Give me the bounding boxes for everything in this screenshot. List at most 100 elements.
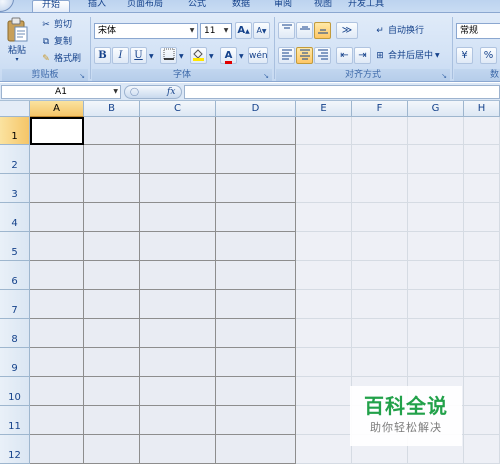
cell-b7[interactable] [84, 290, 140, 319]
cell-b3[interactable] [84, 174, 140, 203]
shrink-font-button[interactable]: A▼ [253, 22, 270, 39]
row-header-2[interactable]: 2 [0, 145, 30, 174]
cell-b2[interactable] [84, 145, 140, 174]
tab-formulas[interactable]: 公式 [180, 0, 214, 12]
cell-g6[interactable] [408, 261, 464, 290]
cell-b11[interactable] [84, 406, 140, 435]
cell-h2[interactable] [464, 145, 500, 174]
column-header-b[interactable]: B [84, 101, 140, 117]
align-bottom-button[interactable] [314, 22, 331, 39]
cell-a9[interactable] [30, 348, 84, 377]
cell-e4[interactable] [296, 203, 352, 232]
cell-e11[interactable] [296, 406, 352, 435]
select-all-button[interactable] [0, 101, 30, 117]
alignment-launcher-icon[interactable]: ↘ [440, 72, 448, 80]
row-header-5[interactable]: 5 [0, 232, 30, 261]
row-header-3[interactable]: 3 [0, 174, 30, 203]
increase-indent-button[interactable]: ⇥ [354, 47, 371, 64]
cell-b8[interactable] [84, 319, 140, 348]
cell-e5[interactable] [296, 232, 352, 261]
cell-a7[interactable] [30, 290, 84, 319]
align-right-button[interactable] [314, 47, 331, 64]
cell-h7[interactable] [464, 290, 500, 319]
formula-input[interactable] [184, 85, 500, 99]
wrap-text-button[interactable]: ↵ 自动换行 [374, 23, 424, 39]
align-center-button[interactable] [296, 47, 313, 64]
underline-dropdown-icon[interactable]: ▼ [149, 53, 154, 60]
column-header-e[interactable]: E [296, 101, 352, 117]
cell-g4[interactable] [408, 203, 464, 232]
cell-d1[interactable] [216, 117, 296, 145]
cell-c7[interactable] [140, 290, 216, 319]
cell-f2[interactable] [352, 145, 408, 174]
font-color-button[interactable]: A [220, 47, 237, 64]
column-header-h[interactable]: H [464, 101, 500, 117]
cell-f1[interactable] [352, 117, 408, 145]
tab-data[interactable]: 数据 [224, 0, 258, 12]
italic-button[interactable]: I [112, 47, 129, 64]
paste-dropdown-icon[interactable]: ▾ [4, 56, 30, 63]
cell-f7[interactable] [352, 290, 408, 319]
cell-b5[interactable] [84, 232, 140, 261]
cell-e1[interactable] [296, 117, 352, 145]
percent-button[interactable]: % [480, 47, 497, 64]
row-header-11[interactable]: 11 [0, 406, 30, 435]
cell-a10[interactable] [30, 377, 84, 406]
fill-color-button[interactable] [190, 47, 207, 64]
cell-e8[interactable] [296, 319, 352, 348]
cell-a1[interactable] [30, 117, 84, 145]
phonetic-button[interactable]: wén [248, 47, 268, 64]
tab-home[interactable]: 开始 [32, 0, 70, 12]
cell-a3[interactable] [30, 174, 84, 203]
cell-h6[interactable] [464, 261, 500, 290]
cell-c2[interactable] [140, 145, 216, 174]
cell-e2[interactable] [296, 145, 352, 174]
orientation-button[interactable]: ≫ [336, 22, 358, 39]
cell-c4[interactable] [140, 203, 216, 232]
cell-c1[interactable] [140, 117, 216, 145]
name-box[interactable]: A1 ▼ [1, 85, 121, 99]
cell-d7[interactable] [216, 290, 296, 319]
align-middle-button[interactable] [296, 22, 313, 39]
row-header-12[interactable]: 12 [0, 435, 30, 464]
cell-f6[interactable] [352, 261, 408, 290]
cell-f3[interactable] [352, 174, 408, 203]
cell-h3[interactable] [464, 174, 500, 203]
cell-g2[interactable] [408, 145, 464, 174]
cell-g8[interactable] [408, 319, 464, 348]
clipboard-launcher-icon[interactable]: ↘ [78, 72, 86, 80]
cell-d6[interactable] [216, 261, 296, 290]
cell-e9[interactable] [296, 348, 352, 377]
row-header-1[interactable]: 1 [0, 117, 30, 145]
column-header-c[interactable]: C [140, 101, 216, 117]
cell-g5[interactable] [408, 232, 464, 261]
number-format-select[interactable]: 常规 [456, 23, 500, 39]
cell-a12[interactable] [30, 435, 84, 464]
cell-b9[interactable] [84, 348, 140, 377]
row-header-10[interactable]: 10 [0, 377, 30, 406]
tab-review[interactable]: 审阅 [266, 0, 300, 12]
cell-f9[interactable] [352, 348, 408, 377]
cut-button[interactable]: ✂ 剪切 [40, 17, 72, 33]
cell-e7[interactable] [296, 290, 352, 319]
cell-d8[interactable] [216, 319, 296, 348]
cell-b6[interactable] [84, 261, 140, 290]
cell-c9[interactable] [140, 348, 216, 377]
underline-button[interactable]: U [130, 47, 147, 64]
cell-d3[interactable] [216, 174, 296, 203]
format-painter-button[interactable]: ✎ 格式刷 [40, 51, 81, 67]
cell-g3[interactable] [408, 174, 464, 203]
cell-f8[interactable] [352, 319, 408, 348]
align-left-button[interactable] [278, 47, 295, 64]
cell-c5[interactable] [140, 232, 216, 261]
cell-d9[interactable] [216, 348, 296, 377]
cell-a8[interactable] [30, 319, 84, 348]
column-header-f[interactable]: F [352, 101, 408, 117]
row-header-9[interactable]: 9 [0, 348, 30, 377]
cell-b1[interactable] [84, 117, 140, 145]
insert-function-button[interactable]: ◯ fx [124, 85, 182, 99]
cell-f5[interactable] [352, 232, 408, 261]
decrease-indent-button[interactable]: ⇤ [336, 47, 353, 64]
cell-d12[interactable] [216, 435, 296, 464]
cell-e3[interactable] [296, 174, 352, 203]
